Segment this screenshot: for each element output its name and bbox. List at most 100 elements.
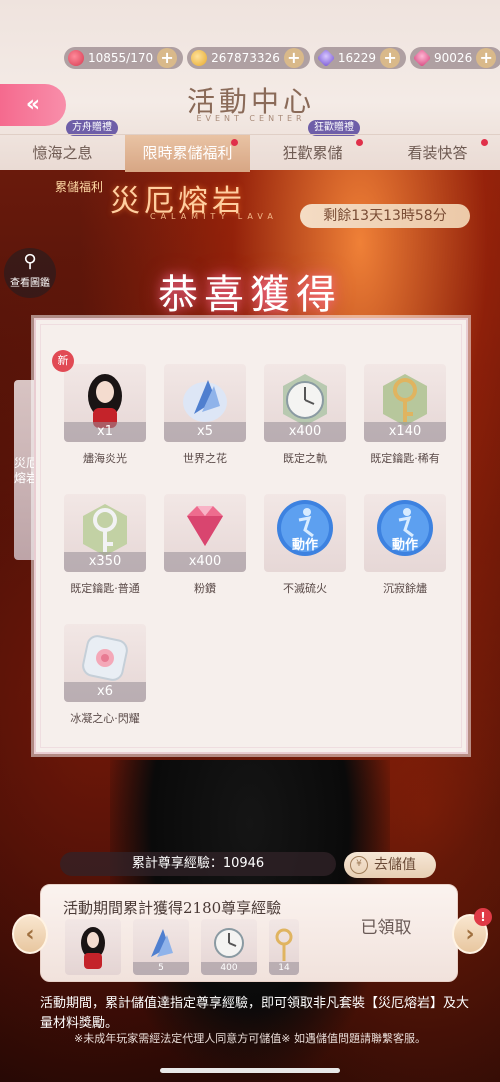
heart-icon	[68, 50, 84, 66]
new-badge: 新	[52, 350, 74, 372]
claimed-status: 已領取	[360, 918, 412, 938]
add-pink-diamond-button[interactable]: +	[476, 48, 497, 68]
action-label: 動作	[291, 538, 318, 553]
milestone-title: 活動期間累計獲得2180尊享經驗	[63, 899, 282, 917]
coin-icon: ¥	[350, 856, 368, 874]
reward-qty: x1	[64, 422, 146, 442]
reward-item-box: x5	[164, 364, 246, 442]
reward-item-box: x400	[164, 494, 246, 572]
resource-value: 267873326	[211, 51, 280, 65]
reward-qty: x6	[64, 682, 146, 702]
purple-diamond-icon	[316, 48, 335, 68]
pink-diamond-icon	[412, 48, 432, 68]
reward-item[interactable]: 動作 不滅硫火	[264, 494, 346, 596]
reward-qty: x400	[164, 552, 246, 572]
recharge-label: 去儲值	[374, 857, 416, 873]
reward-popup: 新 x1 燼海炎光 x5 世界之花 x400 既定之軌 x140 既定鑰匙·稀有…	[34, 318, 468, 754]
reward-item[interactable]: x140 既定鑰匙·稀有	[364, 364, 446, 466]
reward-item[interactable]: x6 冰凝之心·閃耀	[64, 624, 146, 726]
reward-qty: x140	[364, 422, 446, 442]
ice-heart-icon	[82, 635, 128, 681]
gold-key-icon	[275, 928, 293, 961]
reward-qty: x350	[64, 552, 146, 572]
reward-item[interactable]: x350 既定鑰匙·普通	[64, 494, 146, 596]
milestone-qty: 5	[133, 962, 189, 975]
notification-dot	[481, 139, 488, 146]
milestone-qty: 14	[269, 962, 299, 975]
reward-name: 既定鑰匙·普通	[70, 582, 140, 595]
reward-item-box: x400	[264, 364, 346, 442]
resource-purple-diamond: 16229 +	[313, 47, 407, 69]
reward-qty: x5	[164, 422, 246, 442]
reward-name: 粉鑽	[194, 582, 216, 595]
tab-label: 看装快答	[407, 144, 468, 162]
tab-label: 限時累儲福利	[142, 144, 233, 162]
clock-icon	[283, 374, 327, 426]
recharge-note: ※未成年玩家需經法定代理人同意方可儲值※ 如遇儲值問題請聯繫客服。	[74, 1032, 426, 1045]
resource-value: 10855/170	[88, 51, 154, 65]
countdown-timer: 剩餘13天13時58分	[300, 204, 470, 228]
resource-gold: 267873326 +	[187, 47, 310, 69]
back-button[interactable]: «	[0, 84, 66, 126]
reward-item-box: x350	[64, 494, 146, 572]
reward-qty: x400	[264, 422, 346, 442]
add-stamina-button[interactable]: +	[157, 48, 178, 68]
silver-key-icon	[83, 504, 127, 556]
reward-item-box: 動作	[264, 494, 346, 572]
tab-quick-quiz[interactable]: 看装快答	[375, 135, 500, 172]
reward-item[interactable]: x400 既定之軌	[264, 364, 346, 466]
reward-item-box: x6	[64, 624, 146, 702]
milestone-reward[interactable]: 5	[133, 919, 189, 975]
reward-item-box: 動作	[364, 494, 446, 572]
milestone-reward[interactable]: 400	[201, 919, 257, 975]
resource-value: 16229	[337, 51, 377, 65]
event-title-en: CALAMITY LAVA	[150, 212, 278, 221]
reward-name: 冰凝之心·閃耀	[70, 712, 140, 725]
add-gold-button[interactable]: +	[283, 48, 304, 68]
prev-milestone-button[interactable]: ‹	[12, 914, 48, 954]
reward-name: 世界之花	[183, 452, 227, 465]
page-subtitle: EVENT CENTER	[196, 114, 306, 123]
action-label: 動作	[391, 538, 418, 553]
tab-limited-recharge[interactable]: 限時累儲福利	[125, 135, 250, 172]
notification-dot	[356, 139, 363, 146]
reward-grid: 新 x1 燼海炎光 x5 世界之花 x400 既定之軌 x140 既定鑰匙·稀有…	[52, 350, 454, 726]
event-description: 活動期間，累計儲值達指定尊享經驗，即可領取非凡套裝【災厄熔岩】及大量材料獎勵。	[40, 996, 470, 1031]
blue-crystal-icon	[151, 929, 173, 957]
reward-name: 不滅硫火	[283, 582, 327, 595]
milestone-rewards: 5 400 14	[65, 919, 311, 975]
milestone-card: 活動期間累計獲得2180尊享經驗 5 400 14 已領取	[40, 884, 458, 982]
reward-item[interactable]: x400 粉鑽	[164, 494, 246, 596]
popup-title: 恭喜獲得	[158, 272, 342, 318]
cat-coin-icon	[191, 50, 208, 66]
reward-item[interactable]: 新 x1 燼海炎光	[52, 350, 146, 466]
home-indicator[interactable]	[160, 1068, 340, 1073]
reward-name: 燼海炎光	[83, 452, 127, 465]
gold-key-icon	[383, 374, 427, 426]
resource-pink-diamond: 90026 +	[410, 47, 500, 69]
tab-label: 憶海之息	[32, 144, 93, 162]
resource-value: 90026	[434, 51, 473, 65]
reward-name: 沉寂餘燼	[383, 582, 427, 595]
clock-icon	[214, 928, 244, 958]
tab-bar: 憶海之息 限時累儲福利 狂歡累儲 看装快答	[0, 134, 500, 172]
reward-item-box: x1	[64, 364, 146, 442]
reward-item[interactable]: x5 世界之花	[164, 364, 246, 466]
milestone-reward[interactable]	[65, 919, 121, 975]
portrait-icon	[81, 927, 105, 969]
recharge-button[interactable]: ¥ 去儲值	[344, 852, 436, 878]
alert-badge: !	[474, 908, 492, 926]
add-purple-diamond-button[interactable]: +	[380, 48, 401, 68]
reward-item[interactable]: 動作 沉寂餘燼	[364, 494, 446, 596]
tab-carnival-recharge[interactable]: 狂歡累儲	[250, 135, 375, 172]
blue-crystal-icon	[183, 380, 227, 422]
milestone-qty: 400	[201, 962, 257, 975]
tab-label: 狂歡累儲	[282, 144, 343, 162]
notification-dot	[231, 139, 238, 146]
pink-diamond-icon	[187, 506, 223, 546]
milestone-reward[interactable]: 14	[269, 919, 299, 975]
tab-memory-sea[interactable]: 憶海之息	[0, 135, 125, 172]
resource-stamina: 10855/170 +	[64, 47, 184, 69]
resource-bar: 10855/170 + 267873326 + 16229 + 90026 +	[64, 46, 500, 70]
portrait-icon	[88, 374, 122, 428]
